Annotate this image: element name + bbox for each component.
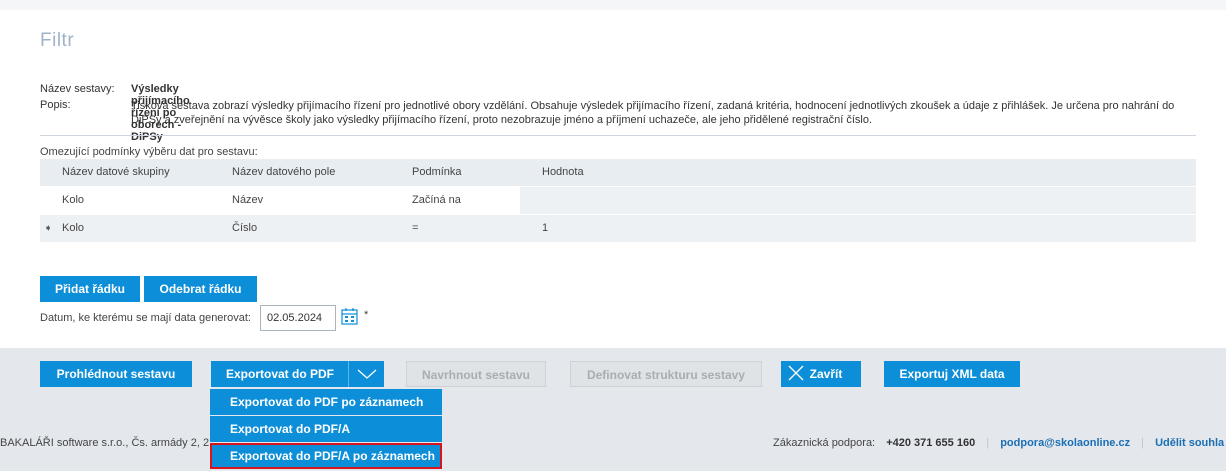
- col-header-field[interactable]: Název datového pole: [210, 159, 390, 186]
- date-input[interactable]: [260, 305, 336, 331]
- filter-title: Filtr: [40, 30, 75, 51]
- footer-company: BAKALÁŘI software s.r.o., Čs. armády 2, …: [0, 437, 210, 449]
- export-xml-button[interactable]: Exportuj XML data: [884, 361, 1020, 387]
- preview-report-button[interactable]: Prohlédnout sestavu: [40, 361, 192, 387]
- separator: |: [986, 437, 990, 449]
- cell-condition[interactable]: Začíná na: [390, 185, 520, 214]
- cell-group-text: Kolo: [62, 222, 85, 235]
- col-header-value[interactable]: Hodnota: [520, 159, 1196, 186]
- table-header-row: Název datové skupiny Název datového pole…: [40, 159, 1196, 186]
- row-pointer-icon: ➧: [44, 222, 53, 234]
- cell-field[interactable]: Název: [210, 185, 390, 214]
- col-header-group[interactable]: Název datové skupiny: [40, 159, 210, 186]
- cell-field[interactable]: Číslo: [210, 213, 390, 242]
- footer: BAKALÁŘI software s.r.o., Čs. armády 2, …: [0, 404, 1226, 471]
- menu-item-export-pdfa-records[interactable]: Exportovat do PDF/A po záznamech: [210, 443, 442, 469]
- table-row[interactable]: ➧ Kolo Číslo = 1: [40, 213, 1196, 242]
- required-mark: *: [364, 309, 369, 321]
- add-row-button[interactable]: Přidat řádku: [40, 276, 140, 302]
- support-email-link[interactable]: podpora@skolaonline.cz: [1000, 437, 1130, 449]
- report-desc-label: Popis:: [40, 99, 71, 111]
- col-header-condition[interactable]: Podmínka: [390, 159, 520, 186]
- conditions-title: Omezující podmínky výběru dat pro sestav…: [40, 146, 258, 158]
- export-dropdown-menu: Exportovat do PDF po záznamech Exportova…: [210, 389, 442, 470]
- cell-group[interactable]: ➧ Kolo: [40, 213, 210, 242]
- support-label: Zákaznická podpora:: [773, 437, 876, 449]
- export-pdf-button[interactable]: Exportovat do PDF: [211, 361, 349, 387]
- cell-condition[interactable]: =: [390, 213, 520, 242]
- report-description: Tisková sestava zobrazí výsledky přijíma…: [131, 100, 1175, 126]
- cell-value[interactable]: [520, 185, 1196, 214]
- report-name-label: Název sestavy:: [40, 83, 115, 95]
- close-icon: [788, 365, 804, 381]
- separator: |: [1141, 437, 1145, 449]
- date-label: Datum, ke kterému se mají data generovat…: [40, 312, 251, 324]
- table-row[interactable]: Kolo Název Začíná na: [40, 185, 1196, 214]
- chevron-down-icon: [357, 369, 377, 379]
- conditions-table: Název datové skupiny Název datového pole…: [40, 159, 1196, 242]
- menu-item-export-pdfa[interactable]: Exportovat do PDF/A: [210, 416, 442, 442]
- cell-value[interactable]: 1: [520, 213, 1196, 242]
- remove-row-button[interactable]: Odebrat řádku: [144, 276, 257, 302]
- divider: [40, 135, 1196, 136]
- design-report-button[interactable]: Navrhnout sestavu: [406, 361, 546, 387]
- calendar-icon[interactable]: [341, 307, 358, 325]
- footer-support: Zákaznická podpora: +420 371 655 160 | p…: [773, 437, 1224, 449]
- define-structure-button[interactable]: Definovat strukturu sestavy: [570, 361, 762, 387]
- menu-item-export-pdf-records[interactable]: Exportovat do PDF po záznamech: [210, 389, 442, 415]
- consent-link[interactable]: Udělit souhla: [1155, 437, 1224, 449]
- support-phone[interactable]: +420 371 655 160: [886, 437, 975, 449]
- split-separator: [348, 361, 349, 387]
- top-strip: [0, 0, 1226, 10]
- cell-group[interactable]: Kolo: [40, 185, 210, 214]
